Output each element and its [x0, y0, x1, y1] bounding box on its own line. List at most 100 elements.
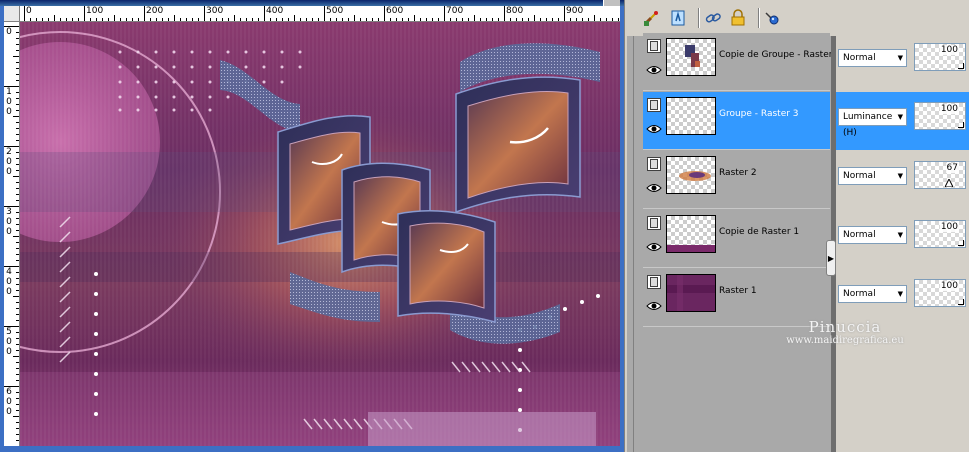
ruler-tick — [402, 18, 403, 21]
ruler-tick — [4, 206, 19, 207]
ruler-tick — [84, 6, 85, 21]
link-icon[interactable] — [703, 8, 723, 28]
ruler-label: 0 — [6, 227, 12, 237]
ruler-tick — [16, 74, 19, 75]
layer-thumbnail — [666, 97, 716, 135]
layer-row[interactable]: Copie de Raster 1 — [643, 210, 830, 268]
opacity-value: 100 — [939, 45, 959, 55]
opacity-slider[interactable]: 100 — [914, 279, 966, 307]
layer-row[interactable]: Copie de Groupe - Raster — [643, 33, 833, 91]
ruler-tick — [16, 344, 19, 345]
ruler-label: 400 — [266, 6, 284, 16]
blend-mode-dropdown[interactable]: Normal ▼ — [838, 285, 907, 303]
ruler-label: 5 — [6, 327, 12, 337]
opacity-slider[interactable]: 100 — [914, 43, 966, 71]
lock-icon[interactable] — [728, 8, 748, 28]
ruler-tick — [16, 320, 19, 321]
ruler-tick — [456, 18, 457, 21]
ruler-tick — [390, 18, 391, 21]
new-layer-icon[interactable] — [668, 8, 688, 28]
blend-mode-dropdown[interactable]: Normal ▼ — [838, 226, 907, 244]
ruler-tick — [282, 18, 283, 21]
layer-thumbnail — [666, 274, 716, 312]
ruler-label: 0 — [6, 27, 12, 37]
ruler-tick — [54, 15, 55, 21]
ruler-label: 0 — [6, 97, 12, 107]
ruler-tick — [276, 18, 277, 21]
layer-group-toggle-icon[interactable] — [647, 157, 661, 171]
resize-grip-icon — [958, 63, 964, 69]
ruler-tick — [16, 434, 19, 435]
layer-name: Copie de Groupe - Raster — [719, 50, 833, 60]
ruler-tick — [4, 326, 19, 327]
ruler-tick — [492, 18, 493, 21]
ruler-tick — [450, 18, 451, 21]
paintbrush-icon[interactable] — [641, 8, 661, 28]
chevron-down-icon: ▼ — [897, 172, 903, 180]
ruler-tick — [16, 170, 19, 171]
blend-mode-value: Luminance (H) — [843, 112, 893, 138]
ruler-tick — [474, 15, 475, 21]
opacity-value: 100 — [939, 281, 959, 291]
ruler-tick — [228, 18, 229, 21]
ruler-tick — [582, 18, 583, 21]
eye-icon[interactable] — [646, 182, 662, 194]
ruler-tick — [16, 398, 19, 399]
ruler-tick — [16, 404, 19, 405]
blend-mode-dropdown[interactable]: Normal ▼ — [838, 167, 907, 185]
splitter-handle[interactable]: ▶ — [826, 240, 836, 276]
eye-icon[interactable] — [646, 300, 662, 312]
eye-icon[interactable] — [646, 241, 662, 253]
eye-icon[interactable] — [646, 64, 662, 76]
layer-row[interactable]: Raster 2 — [643, 151, 830, 209]
ruler-tick — [360, 18, 361, 21]
layer-row[interactable]: Groupe - Raster 3 — [643, 92, 830, 150]
layer-group-toggle-icon[interactable] — [647, 39, 661, 53]
resize-grip-icon — [958, 240, 964, 246]
blend-mode-dropdown[interactable]: Normal ▼ — [838, 49, 907, 67]
ruler-tick — [16, 440, 19, 441]
layer-thumbnail — [666, 215, 716, 253]
pin-icon[interactable] — [762, 8, 782, 28]
ruler-tick — [13, 116, 19, 117]
ruler-tick — [348, 18, 349, 21]
ruler-tick — [120, 18, 121, 21]
ruler-label: 3 — [6, 207, 12, 217]
blend-mode-dropdown[interactable]: Luminance (H) ▼ — [838, 108, 907, 138]
ruler-tick — [192, 18, 193, 21]
artwork-svg — [20, 22, 620, 446]
opacity-slider[interactable]: 100 — [914, 102, 966, 130]
ruler-tick — [330, 18, 331, 21]
ruler-tick — [16, 290, 19, 291]
ruler-label: 0 — [6, 407, 12, 417]
opacity-slider[interactable]: 67 — [914, 161, 966, 189]
slider-thumb-icon[interactable] — [945, 179, 953, 187]
eye-icon[interactable] — [646, 123, 662, 135]
ruler-tick — [426, 18, 427, 21]
layer-group-toggle-icon[interactable] — [647, 216, 661, 230]
ruler-tick — [594, 15, 595, 21]
ruler-label: 500 — [326, 6, 344, 16]
ruler-tick — [156, 18, 157, 21]
ruler-label: 900 — [566, 6, 584, 16]
layer-group-toggle-icon[interactable] — [647, 275, 661, 289]
ruler-tick — [16, 200, 19, 201]
ruler-tick — [16, 152, 19, 153]
opacity-slider[interactable]: 100 — [914, 220, 966, 248]
layer-tree-line — [633, 36, 634, 452]
ruler-tick — [414, 15, 415, 21]
ruler-tick — [66, 18, 67, 21]
ruler-tick — [16, 50, 19, 51]
ruler-tick — [222, 18, 223, 21]
ruler-tick — [16, 374, 19, 375]
vertical-ruler: 0100200300400500600 — [4, 22, 20, 446]
ruler-tick — [48, 18, 49, 21]
canvas-image[interactable] — [20, 22, 620, 446]
ruler-tick — [4, 266, 19, 267]
layer-group-toggle-icon[interactable] — [647, 98, 661, 112]
ruler-tick — [372, 18, 373, 21]
ruler-tick — [16, 122, 19, 123]
ruler-tick — [4, 26, 19, 27]
ruler-tick — [258, 18, 259, 21]
ruler-tick — [132, 18, 133, 21]
